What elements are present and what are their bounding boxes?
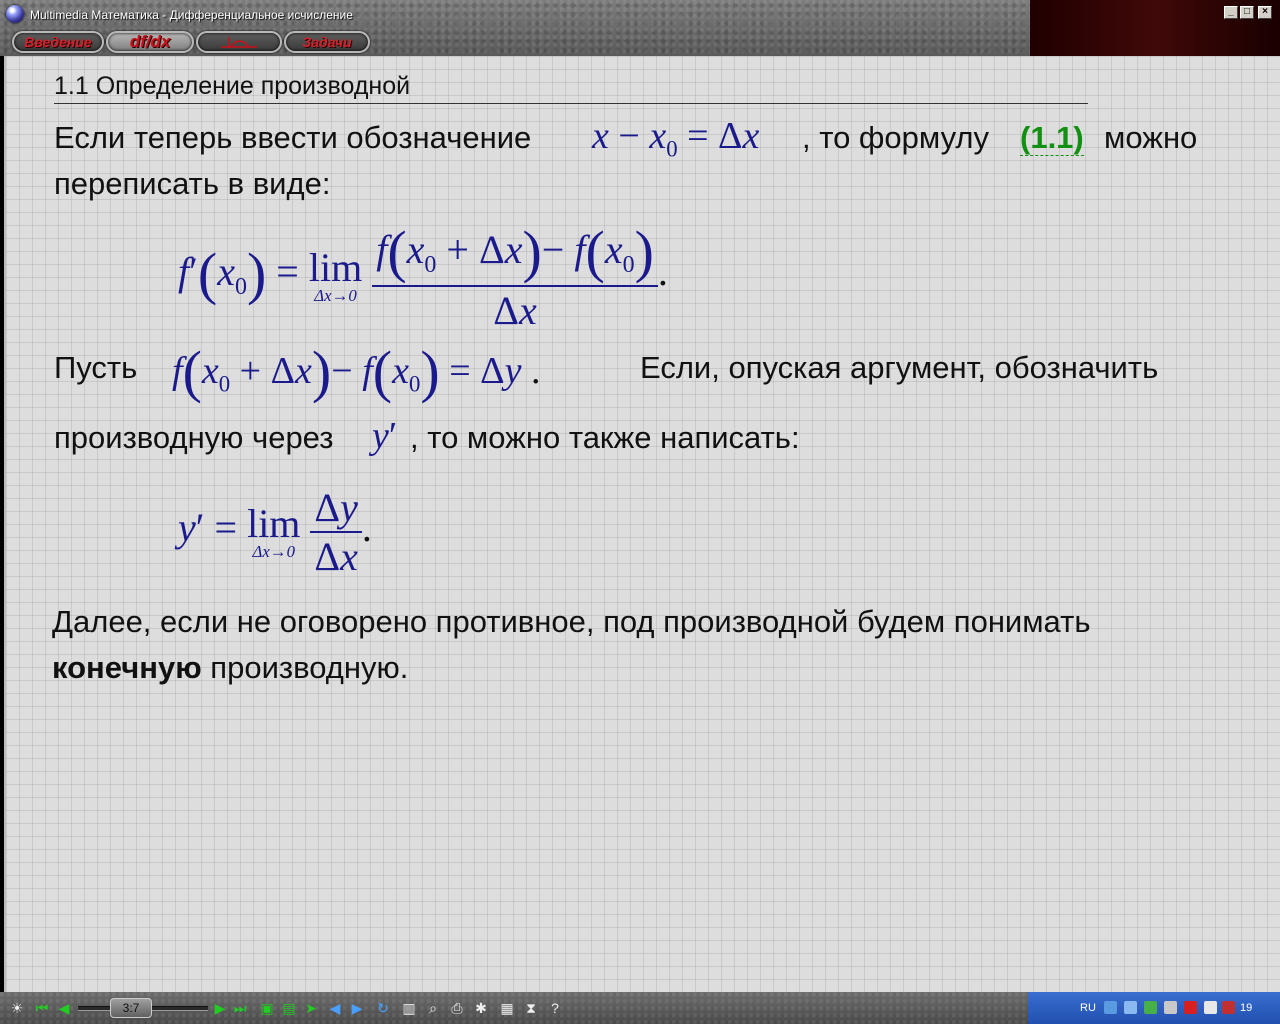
shield-icon[interactable] (1144, 1001, 1157, 1014)
first-page-icon[interactable]: ⏮ (34, 998, 50, 1018)
window-title: Multimedia Математика - Дифференциальное… (30, 8, 353, 22)
content-area: 1.1 Определение производной Если теперь … (4, 56, 1280, 992)
next-page-icon[interactable]: ▶ (212, 998, 228, 1018)
paragraph-2-mid: Если, опуская аргумент, обозначить (640, 350, 1159, 385)
tab-tasks[interactable]: Задачи (284, 31, 370, 53)
paragraph-4-rest: производную. (210, 650, 409, 685)
forward-icon[interactable]: ▶ (348, 998, 366, 1018)
title-bar: Multimedia Математика - Дифференциальное… (0, 0, 1030, 56)
screen-icon[interactable]: ▣ (258, 998, 276, 1018)
paragraph-3-end: , то можно также написать: (410, 420, 800, 455)
paragraph-1-line2: переписать в виде: (54, 166, 331, 201)
help-icon[interactable]: ? (546, 998, 564, 1018)
formula-delta-x: x − x0 = Δx (592, 115, 760, 162)
paragraph-2-start: Пусть (54, 350, 138, 385)
tab-intro[interactable]: Введение (12, 31, 104, 53)
timer-icon[interactable]: ⧗ (522, 998, 540, 1018)
monitor-icon[interactable] (1124, 1001, 1137, 1014)
bottom-toolbar: ☀ ⏮ ◀ 3:7 ▶ ⏭ ▣ ▤ ➤ ◀ ▶ ↻ ▥ ⌕ ⎙ ✱ ▦ ⧗ ? (0, 992, 1028, 1024)
tab-graph[interactable] (196, 31, 282, 53)
graph-icon (221, 37, 257, 48)
yandex-icon[interactable] (1184, 1001, 1197, 1014)
formula-derivative-definition: f′(x0) = lim Δx→0 f(x0 + Δx)− f(x0) Δx . (178, 219, 668, 333)
formula-reference-link[interactable]: (1.1) (1020, 120, 1084, 156)
sync-icon[interactable] (1204, 1001, 1217, 1014)
volume-icon[interactable] (1164, 1001, 1177, 1014)
minimize-button[interactable]: _ (1224, 6, 1238, 19)
paragraph-1-end: можно (1104, 120, 1198, 155)
printer-icon[interactable]: ⎙ (448, 998, 466, 1018)
clock: 19 (1240, 1002, 1253, 1014)
eye-icon[interactable]: ☀ (6, 998, 28, 1018)
bold-word: конечную (52, 650, 202, 685)
tab-derivative[interactable]: df/dx (106, 31, 194, 53)
paragraph-3-start: производную через (54, 420, 334, 455)
paragraph-1-start: Если теперь ввести обозначение (54, 120, 532, 155)
section-title: 1.1 Определение производной (54, 72, 1088, 104)
formula-y-prime: y′ (372, 415, 398, 457)
maximize-button[interactable]: □ (1240, 6, 1254, 19)
window-icon[interactable]: ▤ (280, 998, 298, 1018)
back-icon[interactable]: ◀ (326, 998, 344, 1018)
formula-reference-label[interactable]: (1.1) (1020, 120, 1084, 156)
last-page-icon[interactable]: ⏭ (232, 998, 248, 1018)
prev-page-icon[interactable]: ◀ (56, 998, 72, 1018)
page-counter: 3:7 (110, 998, 152, 1018)
formula-short-derivative: y′ = lim Δx→0 Δy Δx . (178, 485, 372, 579)
paragraph-4-line2: конечную производную. (52, 650, 408, 686)
notes-icon[interactable]: ▦ (498, 998, 516, 1018)
search-icon[interactable]: ⌕ (424, 998, 442, 1018)
pointer-icon[interactable]: ➤ (302, 998, 320, 1018)
close-button[interactable]: × (1258, 6, 1272, 19)
book-icon[interactable]: ▥ (400, 998, 418, 1018)
language-indicator[interactable]: RU (1080, 1002, 1096, 1014)
network-icon[interactable] (1104, 1001, 1117, 1014)
formula-delta-y: f(x0 + Δx)− f(x0) = Δy . (172, 339, 541, 404)
paragraph-4-line1: Далее, если не оговорено противное, под … (52, 604, 1091, 639)
paragraph-1-mid: , то формулу (802, 120, 989, 155)
refresh-icon[interactable]: ↻ (374, 998, 392, 1018)
tools-icon[interactable]: ✱ (472, 998, 490, 1018)
app-orb-icon[interactable] (6, 5, 24, 23)
app-tray-icon[interactable] (1222, 1001, 1235, 1014)
